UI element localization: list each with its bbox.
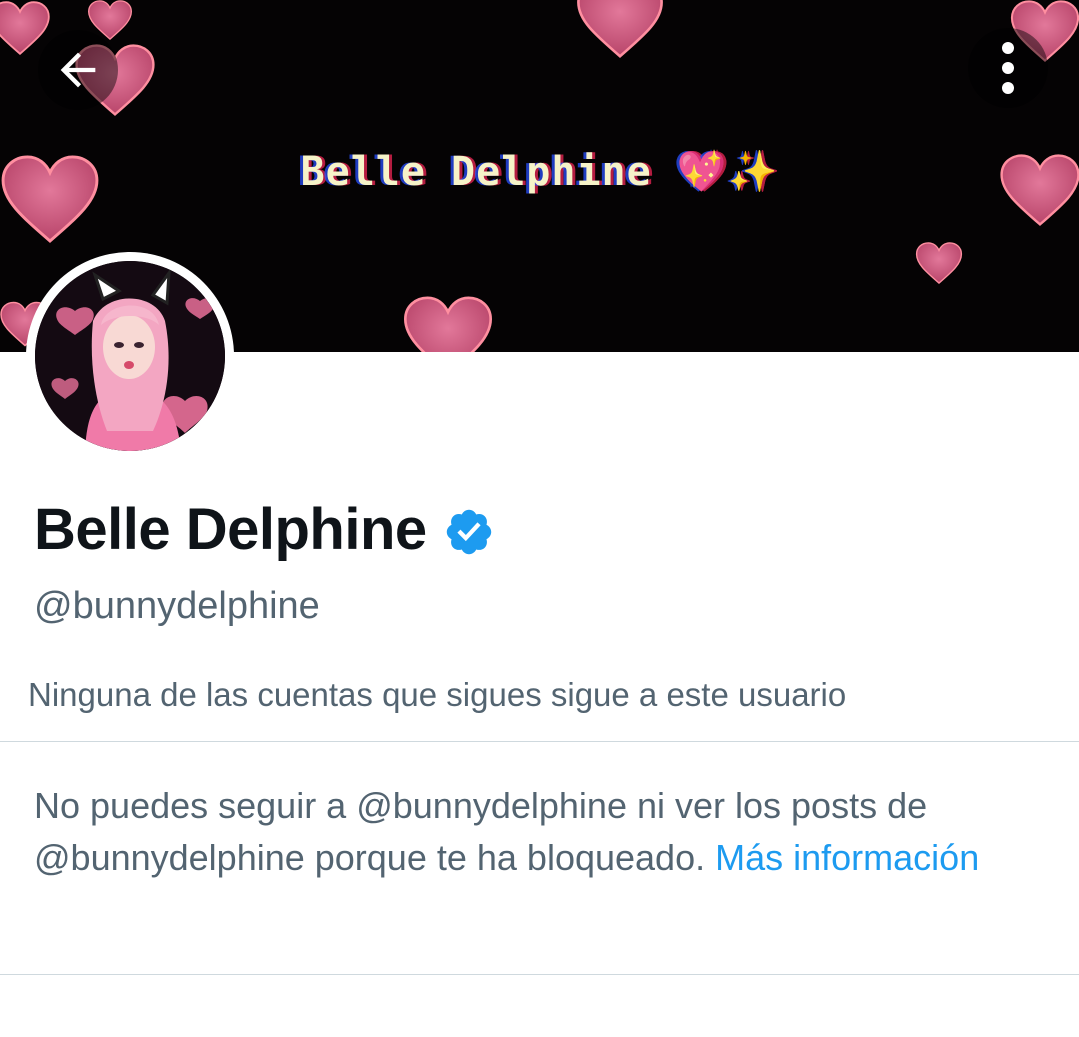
- user-handle: @bunnydelphine: [34, 585, 320, 627]
- back-button[interactable]: [38, 30, 118, 110]
- avatar[interactable]: [26, 252, 234, 460]
- banner-title: Belle Delphine 💖✨: [0, 148, 1079, 195]
- arrow-left-icon: [60, 52, 96, 88]
- avatar-illustration: [35, 261, 225, 451]
- more-options-button[interactable]: [968, 28, 1048, 108]
- heart-icon: [403, 296, 493, 352]
- more-vertical-icon: [1002, 42, 1014, 94]
- heart-icon: [915, 242, 963, 284]
- avatar-image: [35, 261, 225, 451]
- heart-icon: [0, 1, 50, 55]
- profile-name-row: Belle Delphine: [34, 495, 495, 565]
- learn-more-link[interactable]: Más información: [715, 837, 979, 878]
- display-name: Belle Delphine: [34, 497, 427, 562]
- followers-you-know[interactable]: Ninguna de las cuentas que sigues sigue …: [28, 674, 846, 716]
- divider: [0, 741, 1079, 742]
- divider: [0, 974, 1079, 975]
- heart-icon: [576, 0, 664, 58]
- verified-badge-icon[interactable]: [443, 506, 495, 558]
- banner-title-text: Belle Delphine: [300, 149, 652, 195]
- sparkle-heart-icon: 💖✨: [676, 149, 779, 195]
- blocked-notice: No puedes seguir a @bunnydelphine ni ver…: [34, 780, 1044, 884]
